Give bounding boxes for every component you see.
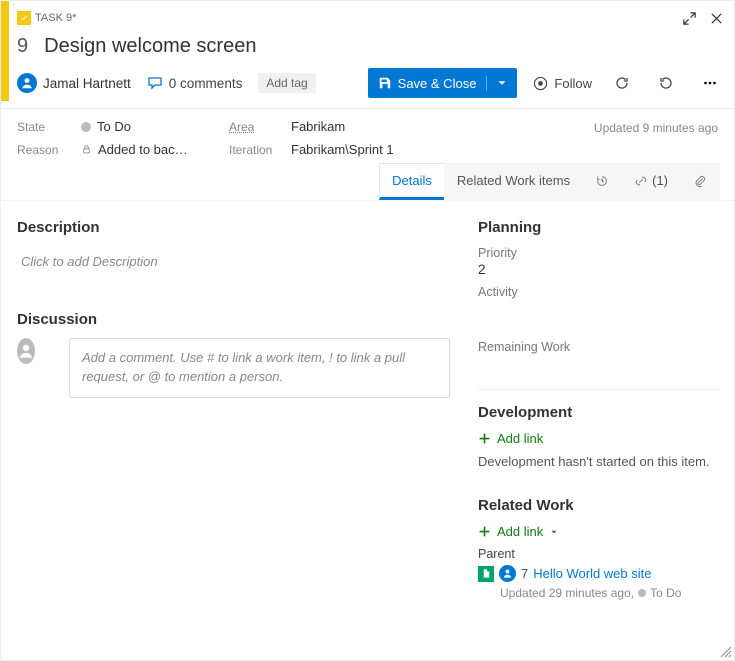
updated-timestamp: Updated 9 minutes ago <box>594 119 718 135</box>
reason-label: Reason <box>17 143 73 157</box>
refresh-icon[interactable] <box>608 69 636 97</box>
activity-label: Activity <box>478 285 718 299</box>
more-icon[interactable] <box>696 69 724 97</box>
remaining-work-value[interactable] <box>478 356 718 371</box>
tab-history[interactable] <box>582 163 622 200</box>
parent-subtext: Updated 29 minutes ago, To Do <box>478 586 718 600</box>
chevron-down-icon <box>549 527 559 537</box>
save-close-button[interactable]: Save & Close <box>368 68 518 98</box>
resize-grip-icon[interactable] <box>720 646 732 658</box>
work-item-id: 9 <box>17 35 28 58</box>
user-avatar-icon <box>17 338 35 364</box>
work-item-title[interactable]: Design welcome screen <box>44 35 256 58</box>
tab-bar: Details Related Work items (1) <box>1 163 734 201</box>
feature-icon <box>478 566 494 582</box>
priority-value[interactable]: 2 <box>478 262 718 277</box>
work-item-type: TASK 9* <box>17 11 76 25</box>
comments-button[interactable]: 0 comments <box>147 75 243 91</box>
description-heading: Description <box>17 219 450 236</box>
development-note: Development hasn't started on this item. <box>478 454 718 469</box>
planning-heading: Planning <box>478 219 718 236</box>
state-label: State <box>17 120 73 134</box>
parent-title[interactable]: Hello World web site <box>533 566 651 581</box>
development-heading: Development <box>478 404 718 421</box>
avatar-icon <box>499 565 516 582</box>
reason-value[interactable]: Added to bac… <box>81 142 221 157</box>
lock-icon <box>81 144 92 155</box>
add-tag-button[interactable]: Add tag <box>258 73 315 93</box>
tab-details[interactable]: Details <box>379 163 445 200</box>
remaining-work-label: Remaining Work <box>478 340 718 354</box>
add-dev-link-button[interactable]: Add link <box>478 431 718 446</box>
link-icon <box>634 174 648 188</box>
attachment-icon <box>693 174 707 188</box>
undo-icon[interactable] <box>652 69 680 97</box>
iteration-value[interactable]: Fabrikam\Sprint 1 <box>291 142 451 157</box>
activity-value[interactable] <box>478 301 718 316</box>
iteration-label: Iteration <box>229 143 283 157</box>
close-icon[interactable] <box>709 11 724 26</box>
area-label: Area <box>229 120 283 134</box>
parent-link-row[interactable]: 7 Hello World web site <box>478 565 718 582</box>
add-related-link-button[interactable]: Add link <box>478 524 718 539</box>
task-icon <box>17 11 31 25</box>
tab-links[interactable]: (1) <box>621 163 681 200</box>
assignee-name: Jamal Hartnett <box>43 76 131 91</box>
area-value[interactable]: Fabrikam <box>291 119 451 134</box>
tab-related-work-items[interactable]: Related Work items <box>444 163 583 200</box>
discussion-input[interactable]: Add a comment. Use # to link a work item… <box>69 338 450 398</box>
history-icon <box>595 174 609 188</box>
expand-icon[interactable] <box>682 11 697 26</box>
description-field[interactable]: Click to add Description <box>17 246 450 277</box>
type-label: TASK 9* <box>35 12 76 24</box>
priority-label: Priority <box>478 246 718 260</box>
parent-label: Parent <box>478 547 718 561</box>
state-value[interactable]: To Do <box>81 119 221 134</box>
follow-button[interactable]: Follow <box>533 76 592 91</box>
tab-attachments[interactable] <box>680 163 720 200</box>
discussion-heading: Discussion <box>17 311 450 328</box>
assignee-picker[interactable]: Jamal Hartnett <box>17 73 131 93</box>
related-work-heading: Related Work <box>478 497 718 514</box>
parent-id: 7 <box>521 566 528 581</box>
save-menu-chevron[interactable] <box>487 76 517 90</box>
avatar-icon <box>17 73 37 93</box>
